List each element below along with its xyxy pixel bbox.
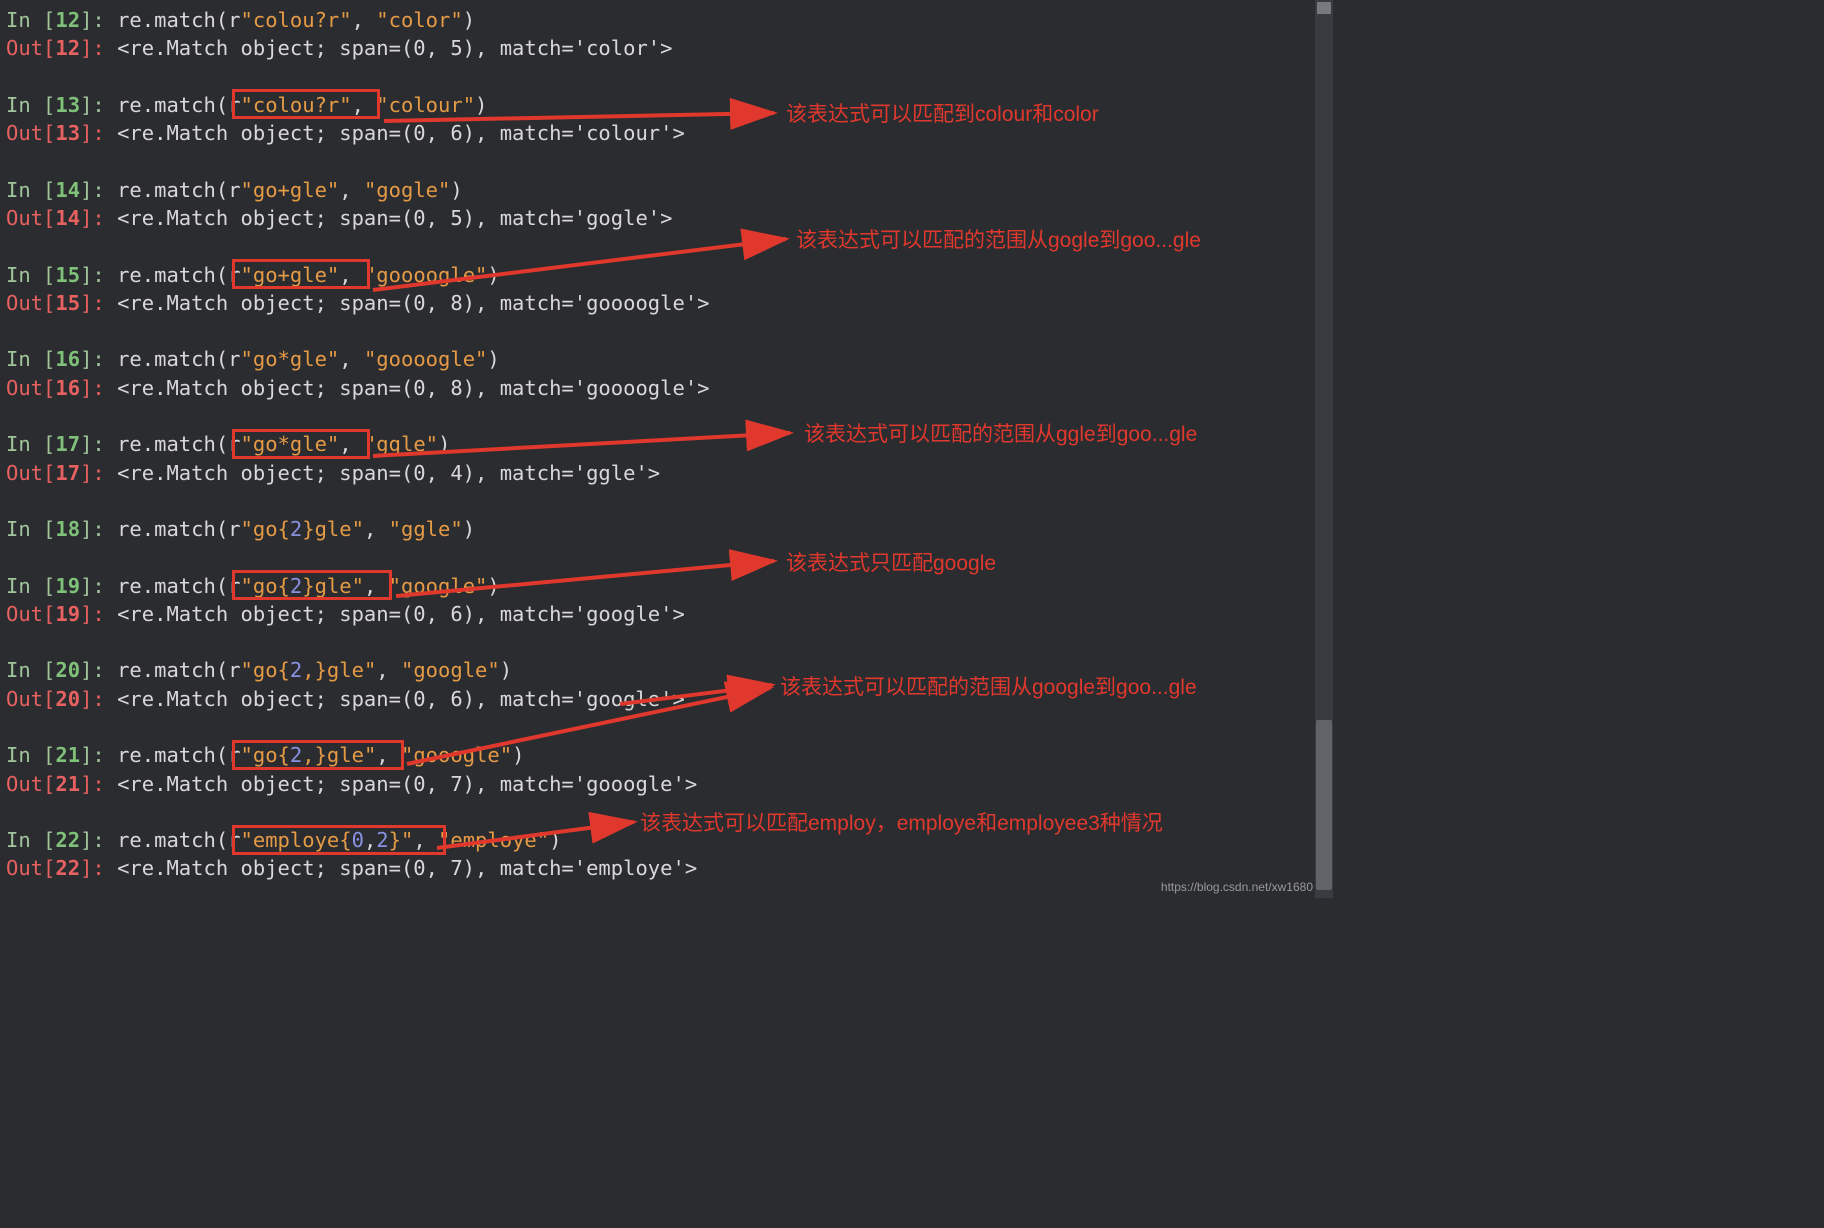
out-cell-12: Out[12]: <re.Match object; span=(0, 5), … <box>6 34 1333 62</box>
in-cell-14: In [14]: re.match(r"go+gle", "gogle") <box>6 176 1333 204</box>
in-cell-15: In [15]: re.match(r"go+gle", "goooogle") <box>6 261 1333 289</box>
out-cell-17: Out[17]: <re.Match object; span=(0, 4), … <box>6 459 1333 487</box>
watermark-url: https://blog.csdn.net/xw1680 <box>1161 879 1313 896</box>
minimap-indicator <box>1317 2 1331 14</box>
blank-line <box>6 317 1333 345</box>
in-cell-13: In [13]: re.match(r"colou?r", "colour") <box>6 91 1333 119</box>
in-cell-21: In [21]: re.match(r"go{2,}gle", "gooogle… <box>6 741 1333 769</box>
highlight-box-17 <box>232 429 370 459</box>
highlight-box-15 <box>232 259 370 289</box>
out-cell-22: Out[22]: <re.Match object; span=(0, 7), … <box>6 854 1333 882</box>
blank-line <box>6 883 1333 911</box>
blank-line <box>6 713 1333 741</box>
blank-line <box>6 543 1333 571</box>
in-cell-16: In [16]: re.match(r"go*gle", "goooogle") <box>6 345 1333 373</box>
highlight-box-13 <box>232 89 380 119</box>
out-cell-16: Out[16]: <re.Match object; span=(0, 8), … <box>6 374 1333 402</box>
highlight-box-19 <box>232 570 392 600</box>
in-cell-12: In [12]: re.match(r"colou?r", "color") <box>6 6 1333 34</box>
annotation-text-5: 该表达式可以匹配employ，employe和employee3种情况 <box>640 810 1163 839</box>
out-cell-19: Out[19]: <re.Match object; span=(0, 6), … <box>6 600 1333 628</box>
annotation-text-0: 该表达式可以匹配到colour和color <box>786 101 1099 130</box>
ipython-terminal: In [12]: re.match(r"colou?r", "color")Ou… <box>0 0 1333 911</box>
out-cell-15: Out[15]: <re.Match object; span=(0, 8), … <box>6 289 1333 317</box>
out-cell-13: Out[13]: <re.Match object; span=(0, 6), … <box>6 119 1333 147</box>
highlight-box-21 <box>232 740 404 770</box>
annotation-text-1: 该表达式可以匹配的范围从gogle到goo...gle <box>796 227 1201 256</box>
blank-line <box>6 147 1333 175</box>
out-cell-21: Out[21]: <re.Match object; span=(0, 7), … <box>6 770 1333 798</box>
highlight-box-22 <box>232 825 446 855</box>
annotation-text-3: 该表达式只匹配google <box>786 550 996 579</box>
scrollbar-track[interactable] <box>1315 0 1333 898</box>
blank-line <box>6 63 1333 91</box>
blank-line <box>6 487 1333 515</box>
scrollbar-thumb[interactable] <box>1316 720 1332 890</box>
in-cell-19: In [19]: re.match(r"go{2}gle", "google") <box>6 572 1333 600</box>
blank-line <box>6 628 1333 656</box>
annotation-text-4: 该表达式可以匹配的范围从google到goo...gle <box>780 674 1197 703</box>
annotation-text-2: 该表达式可以匹配的范围从ggle到goo...gle <box>804 421 1197 450</box>
in-cell-18: In [18]: re.match(r"go{2}gle", "ggle") <box>6 515 1333 543</box>
